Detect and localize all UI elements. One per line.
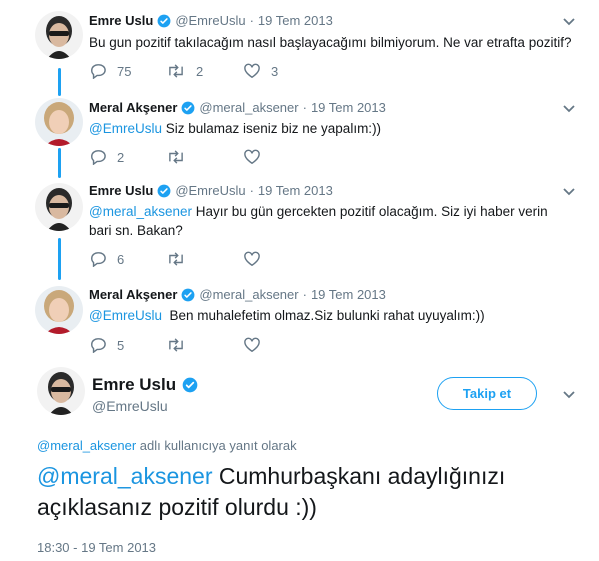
mention-link[interactable]: @meral_aksener xyxy=(37,463,212,489)
username[interactable]: @EmreUslu xyxy=(92,398,168,414)
reply-icon xyxy=(91,64,106,79)
verified-icon xyxy=(181,288,195,302)
like-icon xyxy=(244,149,260,165)
tweet-timestamp[interactable]: 18:30 - 19 Tem 2013 xyxy=(37,540,156,555)
retweet-button[interactable]: 2 xyxy=(166,64,243,79)
avatar[interactable] xyxy=(35,11,83,59)
reply-button[interactable]: 75 xyxy=(89,63,166,79)
reply-count: 6 xyxy=(117,251,125,267)
display-name[interactable]: Emre Uslu xyxy=(92,375,176,395)
like-button[interactable]: 3 xyxy=(243,63,320,79)
username[interactable]: @EmreUslu xyxy=(175,13,245,28)
reply-context: @meral_aksener adlı kullanıcıya yanıt ol… xyxy=(37,438,297,453)
display-name[interactable]: Emre Uslu xyxy=(89,183,153,198)
retweet-button[interactable] xyxy=(166,252,243,266)
mention-link[interactable]: @EmreUslu xyxy=(89,121,162,136)
separator-dot: · xyxy=(302,287,307,302)
chevron-down-icon[interactable] xyxy=(562,390,576,400)
chevron-down-icon[interactable] xyxy=(562,17,576,27)
separator-dot: · xyxy=(302,100,307,115)
reply-icon xyxy=(91,150,106,165)
reply-icon xyxy=(91,338,106,353)
like-button[interactable] xyxy=(243,149,320,165)
verified-icon xyxy=(181,101,195,115)
like-button[interactable] xyxy=(243,337,320,353)
chevron-down-icon[interactable] xyxy=(562,187,576,197)
reply-button[interactable]: 6 xyxy=(89,251,166,267)
thread-tweet[interactable]: Emre Uslu @EmreUslu · 19 Tem 2013 Bu gun… xyxy=(0,0,599,92)
retweet-icon xyxy=(169,64,183,78)
mention-link[interactable]: @meral_aksener xyxy=(89,204,192,219)
username[interactable]: @meral_aksener xyxy=(199,100,298,115)
tweet-date[interactable]: 19 Tem 2013 xyxy=(258,13,333,28)
tweet-text: Bu gun pozitif takılacağım nasıl başlaya… xyxy=(89,35,572,50)
retweet-icon xyxy=(169,252,183,266)
username[interactable]: @EmreUslu xyxy=(175,183,245,198)
mention-link[interactable]: @meral_aksener xyxy=(37,438,136,453)
thread-tweet[interactable]: Emre Uslu @EmreUslu · 19 Tem 2013 @meral… xyxy=(0,178,599,282)
reply-count: 2 xyxy=(117,149,125,165)
tweet-date[interactable]: 19 Tem 2013 xyxy=(258,183,333,198)
thread-tweet[interactable]: Meral Akşener @meral_aksener · 19 Tem 20… xyxy=(0,92,599,184)
avatar[interactable] xyxy=(37,367,85,415)
verified-icon xyxy=(157,184,171,198)
like-icon xyxy=(244,63,260,79)
reply-count: 5 xyxy=(117,337,125,353)
display-name[interactable]: Meral Akşener xyxy=(89,287,177,302)
tweet-date[interactable]: 19 Tem 2013 xyxy=(311,100,386,115)
reply-count: 75 xyxy=(117,63,132,79)
tweet-date[interactable]: 19 Tem 2013 xyxy=(311,287,386,302)
separator-dot: · xyxy=(249,13,254,28)
retweet-button[interactable] xyxy=(166,338,243,352)
verified-icon xyxy=(182,377,198,393)
retweet-button[interactable] xyxy=(166,150,243,164)
like-count: 3 xyxy=(271,63,279,79)
thread-tweet[interactable]: Meral Akşener @meral_aksener · 19 Tem 20… xyxy=(0,282,599,362)
retweet-icon xyxy=(169,338,183,352)
reply-button[interactable]: 5 xyxy=(89,337,166,353)
reply-context-text: adlı kullanıcıya yanıt olarak xyxy=(136,438,297,453)
like-icon xyxy=(244,337,260,353)
tweet-text: Ben muhalefetim olmaz.Siz bulunki rahat … xyxy=(161,308,485,323)
separator-dot: · xyxy=(249,183,254,198)
mention-link[interactable]: @EmreUslu xyxy=(89,308,162,323)
follow-button[interactable]: Takip et xyxy=(437,377,537,410)
retweet-count: 2 xyxy=(196,63,204,79)
avatar[interactable] xyxy=(35,183,83,231)
reply-button[interactable]: 2 xyxy=(89,149,166,165)
tweet-text: Siz bulamaz iseniz biz ne yapalım:)) xyxy=(161,121,382,136)
verified-icon xyxy=(157,14,171,28)
display-name[interactable]: Emre Uslu xyxy=(89,13,153,28)
like-icon xyxy=(244,251,260,267)
retweet-icon xyxy=(169,150,183,164)
display-name[interactable]: Meral Akşener xyxy=(89,100,177,115)
username[interactable]: @meral_aksener xyxy=(199,287,298,302)
reply-icon xyxy=(91,252,106,267)
like-button[interactable] xyxy=(243,251,320,267)
chevron-down-icon[interactable] xyxy=(562,104,576,114)
avatar[interactable] xyxy=(35,98,83,146)
avatar[interactable] xyxy=(35,286,83,334)
